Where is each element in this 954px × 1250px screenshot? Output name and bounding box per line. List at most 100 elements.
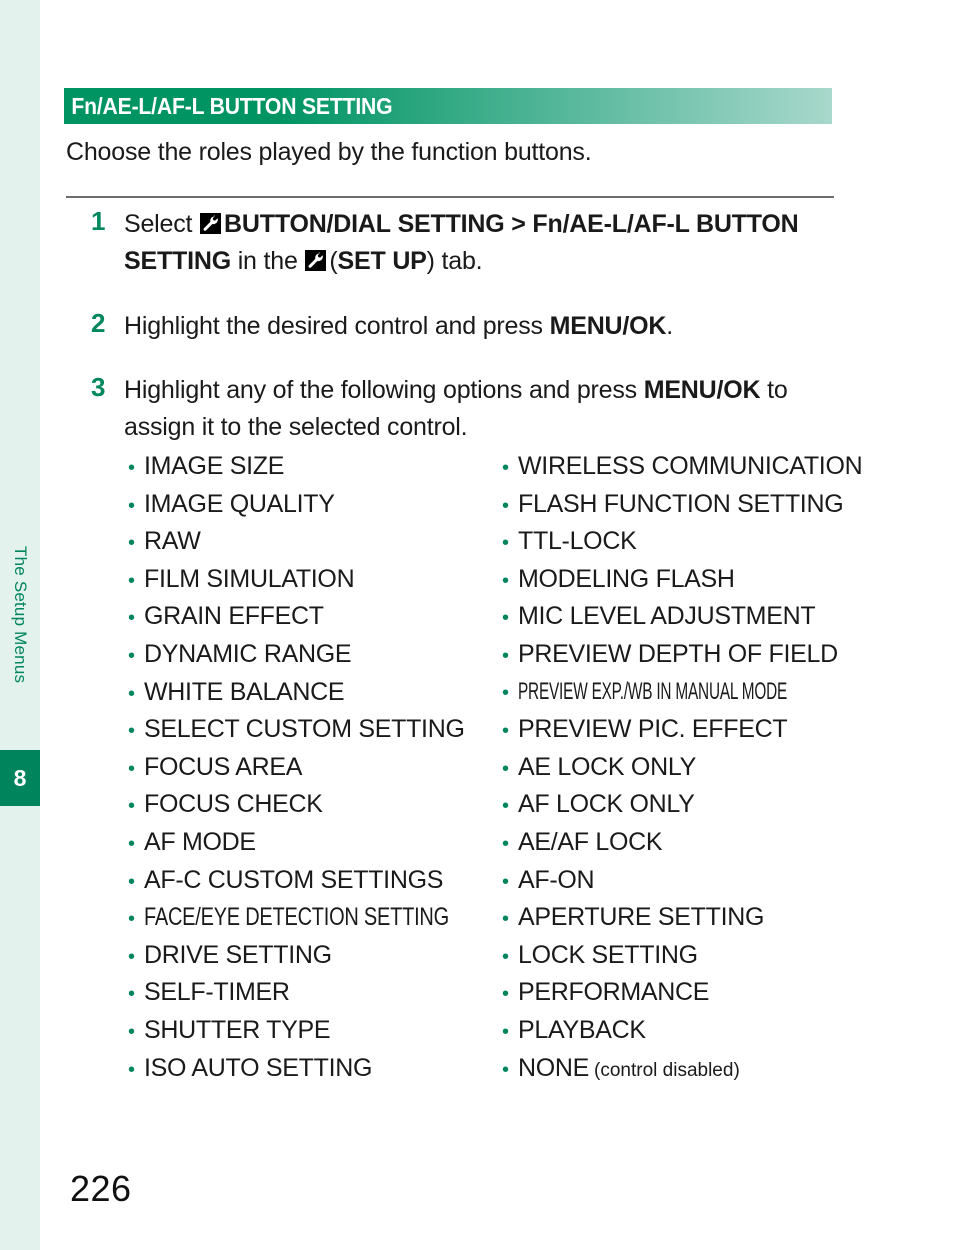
bullet-icon: • — [128, 832, 136, 855]
option-label: DRIVE SETTING — [144, 940, 332, 969]
option-list-left: • IMAGE SIZE • IMAGE QUALITY • RAW • FILM SIMUL… — [128, 452, 518, 1091]
option-label-wrap: PERFORMANCE — [518, 978, 709, 1007]
option-label: FOCUS CHECK — [144, 790, 323, 819]
option-item: • RAW — [128, 527, 518, 565]
chapter-name-label: The Setup Menus — [11, 546, 30, 684]
option-label-wrap: PLAYBACK — [518, 1016, 646, 1045]
option-label: PREVIEW EXP./WB IN MANUAL MODE — [518, 677, 788, 705]
option-label-wrap: FACE/EYE DETECTION SETTING — [144, 903, 525, 932]
step-2-lead: Highlight the desired control and press — [124, 312, 543, 340]
wrench-tab-icon-2 — [305, 250, 327, 271]
option-label-wrap: WIRELESS COMMUNICATION — [518, 452, 863, 481]
option-label: WHITE BALANCE — [144, 677, 345, 706]
option-item: • WIRELESS COMMUNICATION — [502, 452, 902, 490]
option-label: PLAYBACK — [518, 1015, 646, 1044]
bullet-icon: • — [502, 720, 510, 743]
intro-description: Choose the roles played by the function … — [66, 138, 592, 166]
option-item: • FLASH FUNCTION SETTING — [502, 490, 902, 528]
bullet-icon: • — [128, 569, 136, 592]
step-2-number: 2 — [91, 308, 106, 338]
option-item: • NONE (control disabled) — [502, 1054, 902, 1092]
option-item: • AF-C CUSTOM SETTINGS — [128, 866, 518, 904]
option-item: • PREVIEW EXP./WB IN MANUAL MODE — [502, 678, 902, 716]
option-label: GRAIN EFFECT — [144, 602, 324, 631]
option-label-wrap: PREVIEW EXP./WB IN MANUAL MODE — [518, 678, 938, 706]
step-1-number: 1 — [91, 206, 106, 236]
option-label: MIC LEVEL ADJUSTMENT — [518, 602, 816, 631]
option-label: PREVIEW DEPTH OF FIELD — [518, 639, 838, 668]
option-label-wrap: SELECT CUSTOM SETTING — [144, 715, 465, 744]
option-item: • GRAIN EFFECT — [128, 602, 518, 640]
bullet-icon: • — [502, 832, 510, 855]
bullet-icon: • — [502, 494, 510, 517]
step-3-key: MENU/OK — [643, 376, 761, 404]
step-2-tail: . — [666, 312, 673, 340]
option-item: • WHITE BALANCE — [128, 678, 518, 716]
option-label-wrap: DRIVE SETTING — [144, 941, 332, 970]
chapter-number-tab: 8 — [0, 750, 40, 806]
option-label: AE/AF LOCK — [518, 827, 663, 856]
option-label-wrap: FOCUS AREA — [144, 753, 302, 782]
step-3: 3 Highlight any of the following options… — [64, 372, 854, 446]
option-label-wrap: AF-ON — [518, 866, 595, 895]
option-label-wrap: PREVIEW PIC. EFFECT — [518, 715, 788, 744]
option-label: DYNAMIC RANGE — [144, 639, 352, 668]
option-item: • AF MODE — [128, 828, 518, 866]
option-list-right: • WIRELESS COMMUNICATION • FLASH FUNCTION S… — [502, 452, 902, 1091]
option-item: • FACE/EYE DETECTION SETTING — [128, 903, 518, 941]
step-1-tab-name: SET UP — [337, 247, 427, 275]
wrench-tab-icon — [200, 213, 222, 234]
step-2: 2 Highlight the desired control and pres… — [64, 308, 854, 345]
option-label: MODELING FLASH — [518, 564, 735, 593]
option-label: NONE — [518, 1053, 590, 1082]
step-2-key: MENU/OK — [549, 312, 667, 340]
option-label-wrap: LOCK SETTING — [518, 941, 698, 970]
bullet-icon: • — [128, 457, 136, 479]
step-3-number: 3 — [91, 372, 106, 402]
bullet-icon: • — [502, 908, 510, 931]
option-item: • DRIVE SETTING — [128, 941, 518, 979]
bullet-icon: • — [128, 682, 136, 705]
option-item: • TTL-LOCK — [502, 527, 902, 565]
option-item: • MIC LEVEL ADJUSTMENT — [502, 602, 902, 640]
step-3-lead: Highlight any of the following options a… — [124, 376, 637, 404]
option-label: LOCK SETTING — [518, 940, 698, 969]
option-label: SHUTTER TYPE — [144, 1015, 331, 1044]
step-1-menu-path-2: SETTING — [397, 210, 505, 238]
option-label: IMAGE SIZE — [144, 452, 285, 480]
option-label-wrap: MIC LEVEL ADJUSTMENT — [518, 602, 816, 631]
page-title: Fn/AE-L/AF-L BUTTON SETTING — [71, 92, 393, 119]
option-label-wrap: FOCUS CHECK — [144, 790, 323, 819]
option-label-wrap: TTL-LOCK — [518, 527, 637, 556]
option-label: AF MODE — [144, 827, 256, 856]
option-item: • ISO AUTO SETTING — [128, 1054, 518, 1092]
option-label-wrap: PREVIEW DEPTH OF FIELD — [518, 640, 838, 669]
option-item: • AE LOCK ONLY — [502, 753, 902, 791]
step-1-separator: > — [511, 210, 526, 238]
option-label-wrap: WHITE BALANCE — [144, 677, 345, 707]
bullet-icon: • — [502, 945, 510, 968]
option-label-wrap: FLASH FUNCTION SETTING — [518, 490, 844, 519]
bullet-icon: • — [502, 795, 510, 818]
bullet-icon: • — [502, 607, 510, 630]
bullet-icon: • — [502, 1058, 510, 1081]
option-item: • PREVIEW PIC. EFFECT — [502, 715, 902, 753]
bullet-icon: • — [502, 757, 510, 780]
bullet-icon: • — [128, 532, 136, 555]
bullet-icon: • — [502, 870, 510, 893]
option-label-wrap: AE/AF LOCK — [518, 827, 663, 857]
option-label-wrap: RAW — [144, 527, 201, 556]
step-1-menu-path-3: Fn/AE-L/ — [532, 210, 634, 238]
chapter-side-rail: The Setup Menus 8 — [0, 0, 40, 1250]
bullet-icon: • — [502, 1020, 510, 1043]
step-1-tail: tab. — [441, 247, 483, 275]
section-header-bar: Fn/AE-L/AF-L BUTTON SETTING — [64, 88, 832, 124]
option-label: SELECT CUSTOM SETTING — [144, 715, 465, 744]
option-item: • MODELING FLASH — [502, 565, 902, 603]
option-label: FACE/EYE DETECTION SETTING — [144, 903, 449, 932]
option-label: RAW — [144, 527, 201, 556]
option-label-wrap: AF-C CUSTOM SETTINGS — [144, 866, 443, 895]
bullet-icon: • — [128, 757, 136, 780]
page-number: 226 — [70, 1168, 132, 1209]
step-1: 1 Select BUTTON/DIAL SETTING > Fn/AE-L/A… — [64, 206, 854, 280]
